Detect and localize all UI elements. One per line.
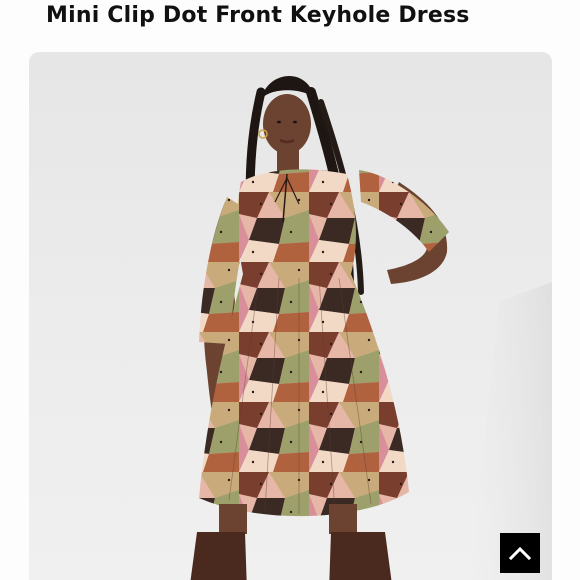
chevron-up-icon — [509, 546, 531, 560]
product-photo[interactable] — [29, 52, 552, 580]
product-page: Mini Clip Dot Front Keyhole Dress — [0, 0, 580, 580]
product-photo-illustration — [190, 75, 552, 580]
scroll-to-top-button[interactable] — [500, 533, 540, 573]
product-title: Mini Clip Dot Front Keyhole Dress — [46, 3, 470, 28]
